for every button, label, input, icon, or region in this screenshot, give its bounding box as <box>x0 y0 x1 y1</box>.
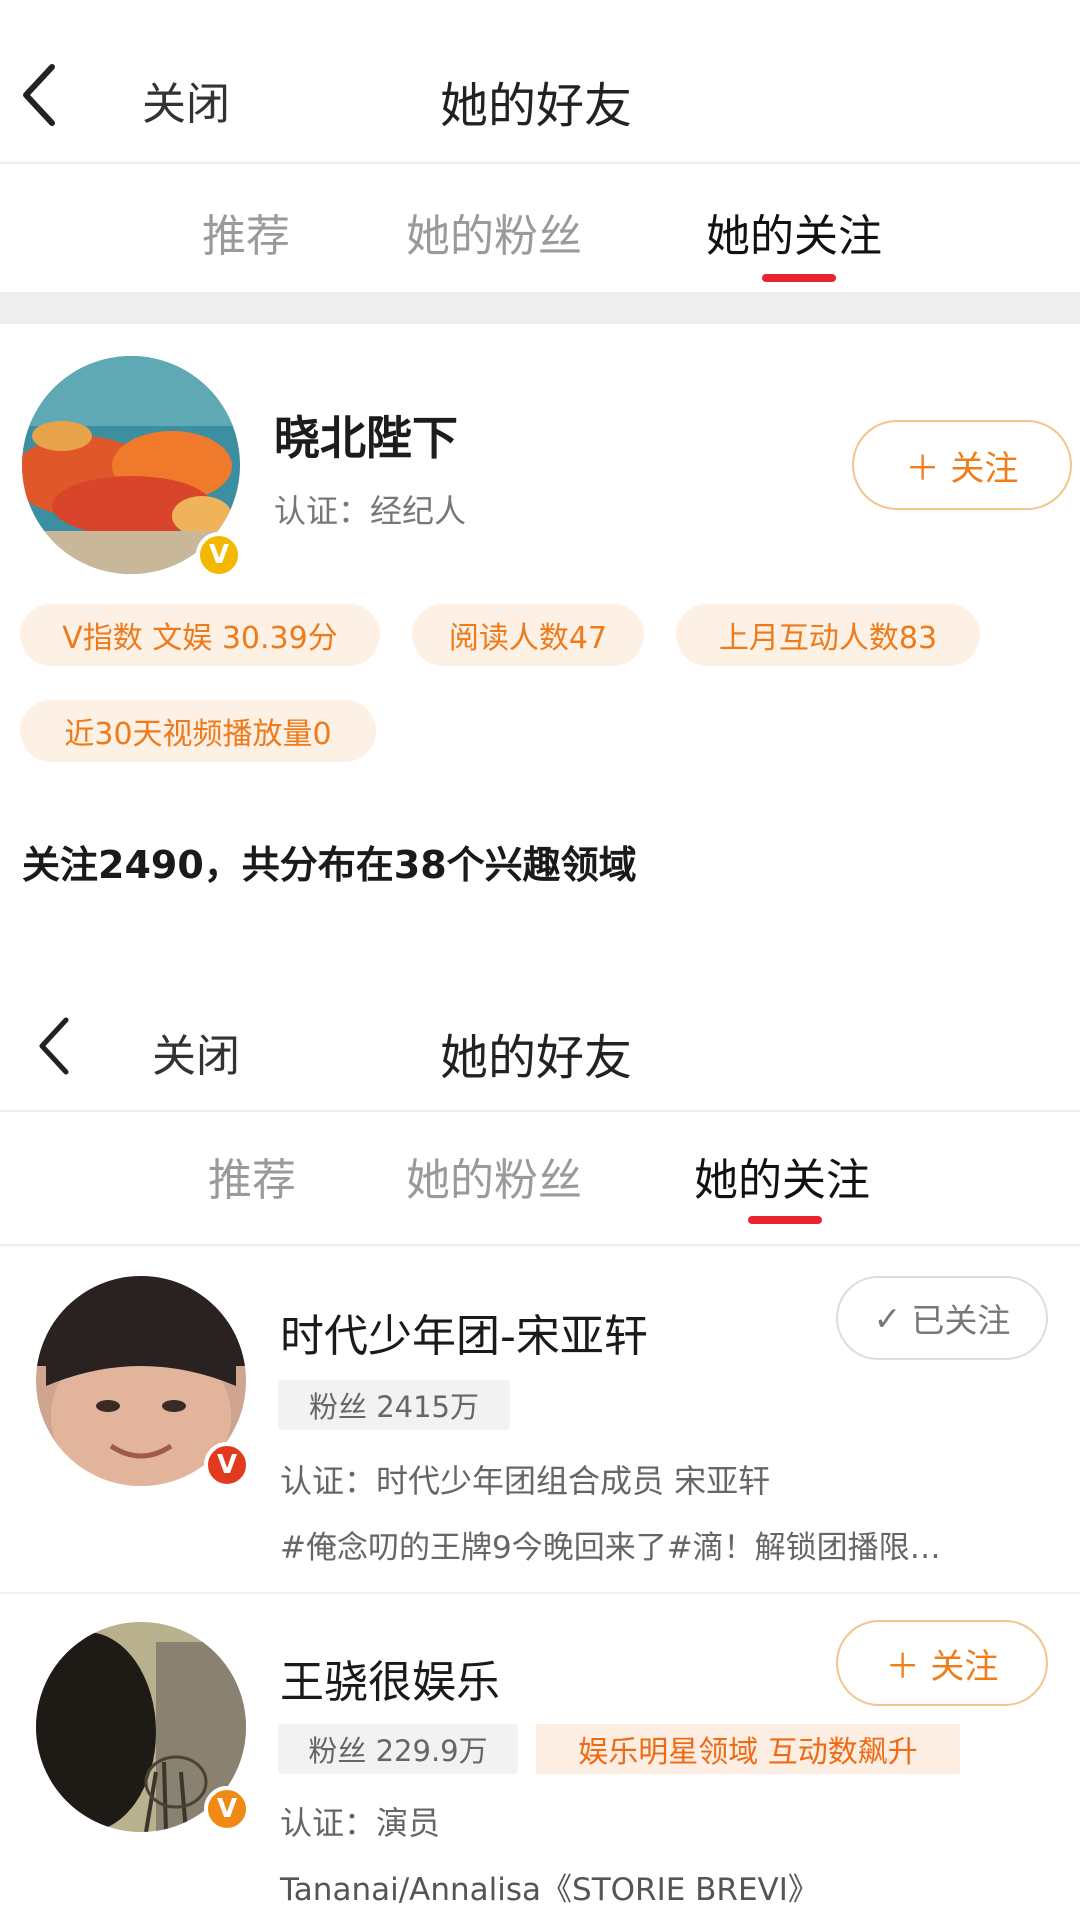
page-title: 她的好友 <box>440 78 633 134</box>
tab-her-following[interactable]: 她的关注 <box>706 200 882 264</box>
back-arrow-icon[interactable] <box>24 1006 84 1086</box>
user-recent-post: #俺念叨的王牌9今晚回来了#滴！解锁团播限… <box>280 1530 941 1566</box>
close-button[interactable]: 关闭 <box>152 1020 240 1084</box>
hot-domain-tag: 娱乐明星领域 互动数飙升 <box>536 1724 960 1774</box>
tag-interaction-count: 上月互动人数83 <box>676 604 980 666</box>
profile-verification: 认证：经纪人 <box>274 492 467 530</box>
user-name: 时代少年团-宋亚轩 <box>280 1311 648 1362</box>
fans-count: 粉丝 2415万 <box>278 1380 510 1430</box>
back-arrow-icon[interactable] <box>10 55 70 135</box>
tabs-divider <box>0 1244 1080 1246</box>
follow-button[interactable]: ＋ 关注 <box>852 420 1072 510</box>
followed-label: 已关注 <box>911 1301 1011 1340</box>
following-summary: 关注2490，共分布在38个兴趣领域 <box>22 843 637 887</box>
section-separator <box>0 292 1080 324</box>
user-name: 王骁很娱乐 <box>280 1657 500 1708</box>
tag-read-count: 阅读人数47 <box>412 604 644 666</box>
verified-badge-icon: V <box>196 532 242 578</box>
tab-her-fans[interactable]: 她的粉丝 <box>406 200 582 264</box>
verified-badge-icon: V <box>204 1442 250 1488</box>
active-tab-indicator <box>748 1216 822 1224</box>
check-icon: ✓ <box>873 1298 902 1338</box>
fans-count: 粉丝 229.9万 <box>278 1724 518 1774</box>
active-tab-indicator <box>762 274 836 282</box>
tab-recommend[interactable]: 推荐 <box>208 1144 296 1208</box>
user-verification: 认证：时代少年团组合成员 宋亚轩 <box>280 1462 771 1500</box>
row-divider <box>0 1592 1080 1594</box>
page-title: 她的好友 <box>440 1030 633 1086</box>
follow-button[interactable]: ＋ 关注 <box>836 1620 1048 1706</box>
tab-her-following[interactable]: 她的关注 <box>694 1144 870 1208</box>
tab-recommend[interactable]: 推荐 <box>202 200 290 264</box>
followed-button[interactable]: ✓ 已关注 <box>836 1276 1048 1360</box>
user-verification: 认证：演员 <box>280 1804 441 1842</box>
profile-name: 晓北陛下 <box>274 411 458 465</box>
close-button[interactable]: 关闭 <box>142 68 230 132</box>
verified-badge-icon: V <box>204 1786 250 1832</box>
header-divider <box>0 1110 1080 1112</box>
header-divider <box>0 162 1080 164</box>
tag-v-index: V指数 文娱 30.39分 <box>20 604 380 666</box>
user-recent-post: Tananai/Annalisa《STORIE BREVI》 <box>280 1872 819 1908</box>
tag-video-plays: 近30天视频播放量0 <box>20 700 376 762</box>
tab-her-fans[interactable]: 她的粉丝 <box>406 1144 582 1208</box>
